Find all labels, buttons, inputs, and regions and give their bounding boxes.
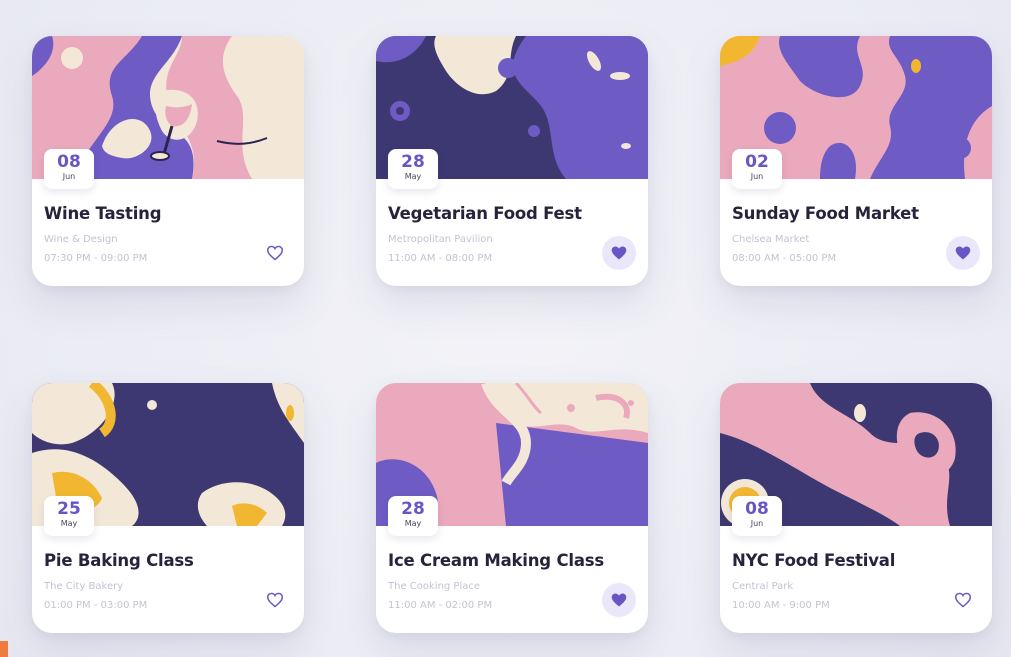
event-venue: Metropolitan Pavilion bbox=[388, 234, 493, 245]
heart-filled-icon bbox=[611, 246, 627, 260]
heart-outline-icon bbox=[266, 592, 284, 608]
date-day: 02 bbox=[745, 152, 769, 172]
date-month: May bbox=[404, 519, 422, 528]
event-venue: Chelsea Market bbox=[732, 234, 810, 245]
date-month: Jun bbox=[750, 172, 764, 181]
date-badge: 28 May bbox=[388, 496, 438, 536]
event-time: 01:00 PM - 03:00 PM bbox=[44, 600, 148, 611]
event-card-vegetarian-food-fest[interactable]: 28 May Vegetarian Food Fest Metropolitan… bbox=[376, 36, 648, 286]
favorite-button[interactable] bbox=[258, 236, 292, 270]
favorite-button[interactable] bbox=[946, 236, 980, 270]
event-time: 11:00 AM - 08:00 PM bbox=[388, 253, 493, 264]
date-day: 28 bbox=[401, 152, 425, 172]
event-card-ice-cream-making-class[interactable]: 28 May Ice Cream Making Class The Cookin… bbox=[376, 383, 648, 633]
event-time: 07:30 PM - 09:00 PM bbox=[44, 253, 148, 264]
event-card-nyc-food-festival[interactable]: 08 Jun NYC Food Festival Central Park 10… bbox=[720, 383, 992, 633]
date-badge: 25 May bbox=[44, 496, 94, 536]
date-month: May bbox=[404, 172, 422, 181]
event-title[interactable]: Wine Tasting bbox=[44, 204, 162, 223]
date-month: May bbox=[60, 519, 78, 528]
event-time: 10:00 AM - 9:00 PM bbox=[732, 600, 830, 611]
date-badge: 02 Jun bbox=[732, 149, 782, 189]
event-title[interactable]: Ice Cream Making Class bbox=[388, 551, 604, 570]
heart-filled-icon bbox=[955, 246, 971, 260]
event-title[interactable]: Vegetarian Food Fest bbox=[388, 204, 582, 223]
date-day: 08 bbox=[57, 152, 81, 172]
heart-filled-icon bbox=[611, 593, 627, 607]
date-month: Jun bbox=[62, 172, 76, 181]
corner-marker bbox=[0, 641, 8, 657]
date-day: 08 bbox=[745, 499, 769, 519]
event-card-pie-baking-class[interactable]: 25 May Pie Baking Class The City Bakery … bbox=[32, 383, 304, 633]
favorite-button[interactable] bbox=[946, 583, 980, 617]
event-title[interactable]: NYC Food Festival bbox=[732, 551, 895, 570]
event-venue: The Cooking Place bbox=[388, 581, 481, 592]
event-venue: The City Bakery bbox=[44, 581, 124, 592]
date-badge: 28 May bbox=[388, 149, 438, 189]
heart-outline-icon bbox=[266, 245, 284, 261]
event-grid-page: 08 Jun Wine Tasting Wine & Design 07:30 … bbox=[0, 0, 1011, 657]
event-venue: Central Park bbox=[732, 581, 794, 592]
event-title[interactable]: Sunday Food Market bbox=[732, 204, 919, 223]
favorite-button[interactable] bbox=[258, 583, 292, 617]
favorite-button[interactable] bbox=[602, 583, 636, 617]
favorite-button[interactable] bbox=[602, 236, 636, 270]
event-title[interactable]: Pie Baking Class bbox=[44, 551, 194, 570]
event-venue: Wine & Design bbox=[44, 234, 118, 245]
date-badge: 08 Jun bbox=[732, 496, 782, 536]
date-day: 28 bbox=[401, 499, 425, 519]
date-badge: 08 Jun bbox=[44, 149, 94, 189]
date-day: 25 bbox=[57, 499, 81, 519]
event-card-sunday-food-market[interactable]: 02 Jun Sunday Food Market Chelsea Market… bbox=[720, 36, 992, 286]
heart-outline-icon bbox=[954, 592, 972, 608]
event-card-wine-tasting[interactable]: 08 Jun Wine Tasting Wine & Design 07:30 … bbox=[32, 36, 304, 286]
event-time: 08:00 AM - 05:00 PM bbox=[732, 253, 837, 264]
date-month: Jun bbox=[750, 519, 764, 528]
event-time: 11:00 AM - 02:00 PM bbox=[388, 600, 493, 611]
